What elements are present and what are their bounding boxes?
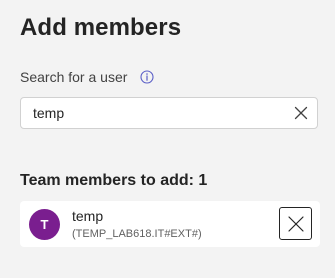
search-label: Search for a user: [20, 69, 128, 85]
avatar: T: [29, 209, 60, 240]
remove-member-button[interactable]: [279, 207, 312, 240]
member-card: T temp (TEMP_LAB618.IT#EXT#): [20, 201, 320, 247]
close-icon: [294, 106, 308, 120]
search-label-row: Search for a user: [20, 69, 154, 85]
info-icon[interactable]: [140, 70, 154, 84]
members-to-add-heading: Team members to add: 1: [20, 172, 208, 189]
member-account: (TEMP_LAB618.IT#EXT#): [72, 228, 202, 240]
member-name: temp: [72, 208, 104, 224]
panel-title: Add members: [20, 14, 182, 41]
search-box: [20, 97, 318, 129]
clear-search-button[interactable]: [293, 105, 309, 121]
close-icon: [287, 215, 304, 232]
search-input[interactable]: [21, 99, 283, 127]
